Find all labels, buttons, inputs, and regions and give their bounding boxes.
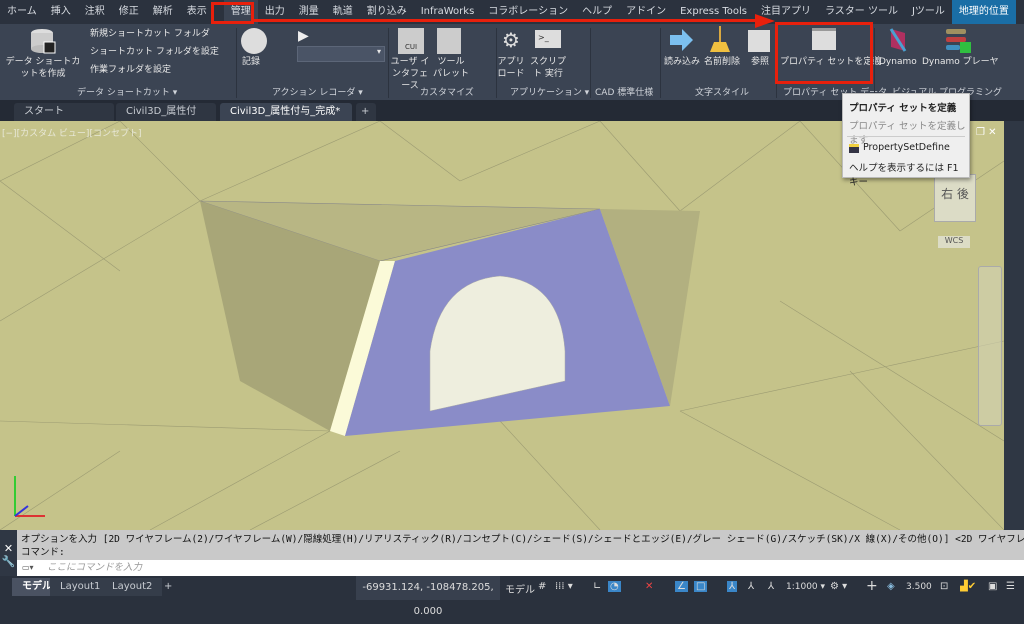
viewcube-right-face[interactable]: 右 xyxy=(941,187,953,201)
navigation-bar[interactable] xyxy=(978,266,1002,426)
command-input[interactable]: ここにコマンドを入力 xyxy=(17,560,1024,576)
panel-cad-standards: CAD 標準仕様 xyxy=(595,88,654,98)
annotation-scale-icon[interactable]: ⅄ xyxy=(768,581,774,592)
cui-icon: CUI xyxy=(398,28,424,54)
scale-value: 1:1000 xyxy=(786,582,818,592)
panel-text-style: 文字スタイル xyxy=(695,88,750,98)
script-icon: >_ xyxy=(535,30,561,48)
set-working-folder-button[interactable]: 作業フォルダを設定 xyxy=(90,64,171,76)
tab-j-tools[interactable]: Jツール xyxy=(905,0,952,24)
tooltip-help: ヘルプを表示するには F1 キー xyxy=(849,163,959,188)
tab-insert[interactable]: 挿入 xyxy=(44,0,78,24)
run-script-button[interactable]: スクリプト 実行 xyxy=(528,56,568,80)
tab-modify[interactable]: 修正 xyxy=(112,0,146,24)
status-bar: モデル Layout1 Layout2 + -69931.124, -10847… xyxy=(0,576,1024,617)
polar-tracking-icon[interactable]: ◔ xyxy=(608,581,621,592)
tab-home[interactable]: ホーム xyxy=(0,0,44,24)
object-snap-icon[interactable]: □ xyxy=(694,581,708,592)
add-layout-plus-icon[interactable]: + xyxy=(154,578,182,596)
tooltip: プロパティ セットを定義 プロパティ セットを定義します PropertySet… xyxy=(842,93,970,188)
tab-view[interactable]: 表示 xyxy=(180,0,214,24)
command-history: オプションを入力 [2D ワイヤフレーム(2)/ワイヤフレーム(W)/隠線処理(… xyxy=(17,530,1024,560)
command-history-line: コマンド: xyxy=(21,547,65,558)
tab-raster-tools[interactable]: ラスター ツール xyxy=(818,0,905,24)
lineweight-value[interactable]: 3.500 xyxy=(906,582,932,592)
panel-applications[interactable]: アプリケーション ▾ xyxy=(510,85,589,98)
wrench-icon[interactable]: 🔧 xyxy=(0,555,17,568)
file-tab-start[interactable]: スタート xyxy=(14,103,114,121)
import-button[interactable]: 読み込み xyxy=(664,56,700,68)
play-icon[interactable]: ▶ xyxy=(298,28,309,44)
isolate-objects-icon[interactable]: ⊡ xyxy=(940,581,948,592)
annotation-scale-dropdown[interactable]: 1:1000 ▾ xyxy=(786,582,825,592)
file-tab-attr[interactable]: Civil3D_属性付与 ✕ xyxy=(116,103,216,135)
panel-action-recorder[interactable]: アクション レコーダ ▾ xyxy=(272,85,363,98)
viewport-controls-label[interactable]: [−][カスタム ビュー][コンセプト] xyxy=(2,126,141,139)
dynamo-icon xyxy=(889,28,907,52)
command-history-line: オプションを入力 [2D ワイヤフレーム(2)/ワイヤフレーム(W)/隠線処理(… xyxy=(21,534,1024,545)
wcs-menu[interactable]: WCS xyxy=(938,236,970,248)
create-data-shortcut-button[interactable]: データ ショートカットを作成 xyxy=(2,56,84,80)
file-tab-attr-complete[interactable]: Civil3D_属性付与_完成* ✕ xyxy=(220,103,352,135)
coordinates-readout[interactable]: -69931.124, -108478.205, 0.000 xyxy=(356,576,500,617)
new-tab-plus-icon[interactable]: + xyxy=(356,103,376,121)
tab-annotate[interactable]: 注釈 xyxy=(78,0,112,24)
set-shortcut-folder-button[interactable]: ショートカット フォルダを設定 xyxy=(90,46,219,58)
purge-button[interactable]: 名前削除 xyxy=(704,56,740,68)
tab-analyze[interactable]: 解析 xyxy=(146,0,180,24)
record-icon xyxy=(241,28,267,54)
app-load-button[interactable]: アプリ ロード xyxy=(497,56,525,80)
panel-data-shortcut[interactable]: データ ショートカット ▾ xyxy=(77,85,177,98)
viewport-restore-close-icons[interactable]: ❐ ✕ xyxy=(976,127,997,138)
tooltip-command: PropertySetDefine xyxy=(863,142,950,153)
ortho-icon[interactable]: ∟ xyxy=(593,581,601,592)
command-line-handle[interactable]: ✕ 🔧 xyxy=(0,530,17,576)
new-shortcut-folder-button[interactable]: 新規ショートカット フォルダ xyxy=(90,28,210,40)
reference-button[interactable]: 参照 xyxy=(751,56,769,68)
snap-icon[interactable]: ⁞⁞⁞ ▾ xyxy=(555,581,573,592)
dynamo-player-button[interactable]: Dynamo プレーヤ xyxy=(922,56,999,68)
import-arrow-icon xyxy=(670,29,693,51)
file-tab-label: Civil3D_属性付与_完成* xyxy=(230,106,341,117)
highlight-arrow-line xyxy=(253,19,763,22)
action-macro-dropdown[interactable]: ▾ xyxy=(297,46,385,62)
close-icon[interactable]: ✕ xyxy=(0,542,17,555)
object-snap-tracking-icon[interactable]: ∠ xyxy=(675,581,688,592)
database-shortcut-icon xyxy=(31,29,56,54)
app-load-gear-icon: ⚙ xyxy=(502,28,520,52)
customize-menu-icon[interactable]: ☰ xyxy=(1006,581,1015,592)
panel-customize: カスタマイズ xyxy=(420,88,474,98)
isometric-icon[interactable]: ✕ xyxy=(645,581,653,592)
fullscreen-icon[interactable]: ▣ xyxy=(988,581,997,592)
reference-icon xyxy=(748,30,770,52)
tool-palette-icon xyxy=(437,28,461,54)
tooltip-title: プロパティ セットを定義 xyxy=(849,103,957,114)
dynamo-player-icon xyxy=(946,29,971,53)
auto-scale-icon[interactable]: ⅄ xyxy=(748,581,754,592)
highlight-manage-tab xyxy=(211,2,254,24)
tab-geolocation[interactable]: 地理的位置 xyxy=(951,0,1016,24)
highlight-define-property-set xyxy=(775,22,873,84)
model-space-toggle[interactable]: モデル xyxy=(505,581,535,596)
dynamo-button[interactable]: Dynamo xyxy=(879,56,917,68)
command-prompt-icon[interactable]: ▭▾ xyxy=(22,563,34,572)
tool-palette-button[interactable]: ツール パレット xyxy=(433,56,469,80)
viewcube-back-face[interactable]: 後 xyxy=(957,187,969,201)
right-tool-palette[interactable] xyxy=(1004,121,1024,530)
purge-broom-icon xyxy=(710,26,730,52)
highlight-arrowhead xyxy=(755,14,775,28)
command-icon xyxy=(849,144,859,153)
lineweight-icon[interactable]: ◈ xyxy=(887,581,895,592)
crosshair-plus-icon[interactable]: + xyxy=(866,578,878,594)
grid-icon[interactable]: # xyxy=(538,581,546,592)
civil-checklist-icon[interactable]: ▟✔ xyxy=(960,581,976,592)
annotation-visibility-icon[interactable]: ⅄ xyxy=(727,581,738,592)
workspace-gear-icon[interactable]: ⚙ ▾ xyxy=(830,581,847,592)
record-button[interactable]: 記録 xyxy=(242,56,260,68)
